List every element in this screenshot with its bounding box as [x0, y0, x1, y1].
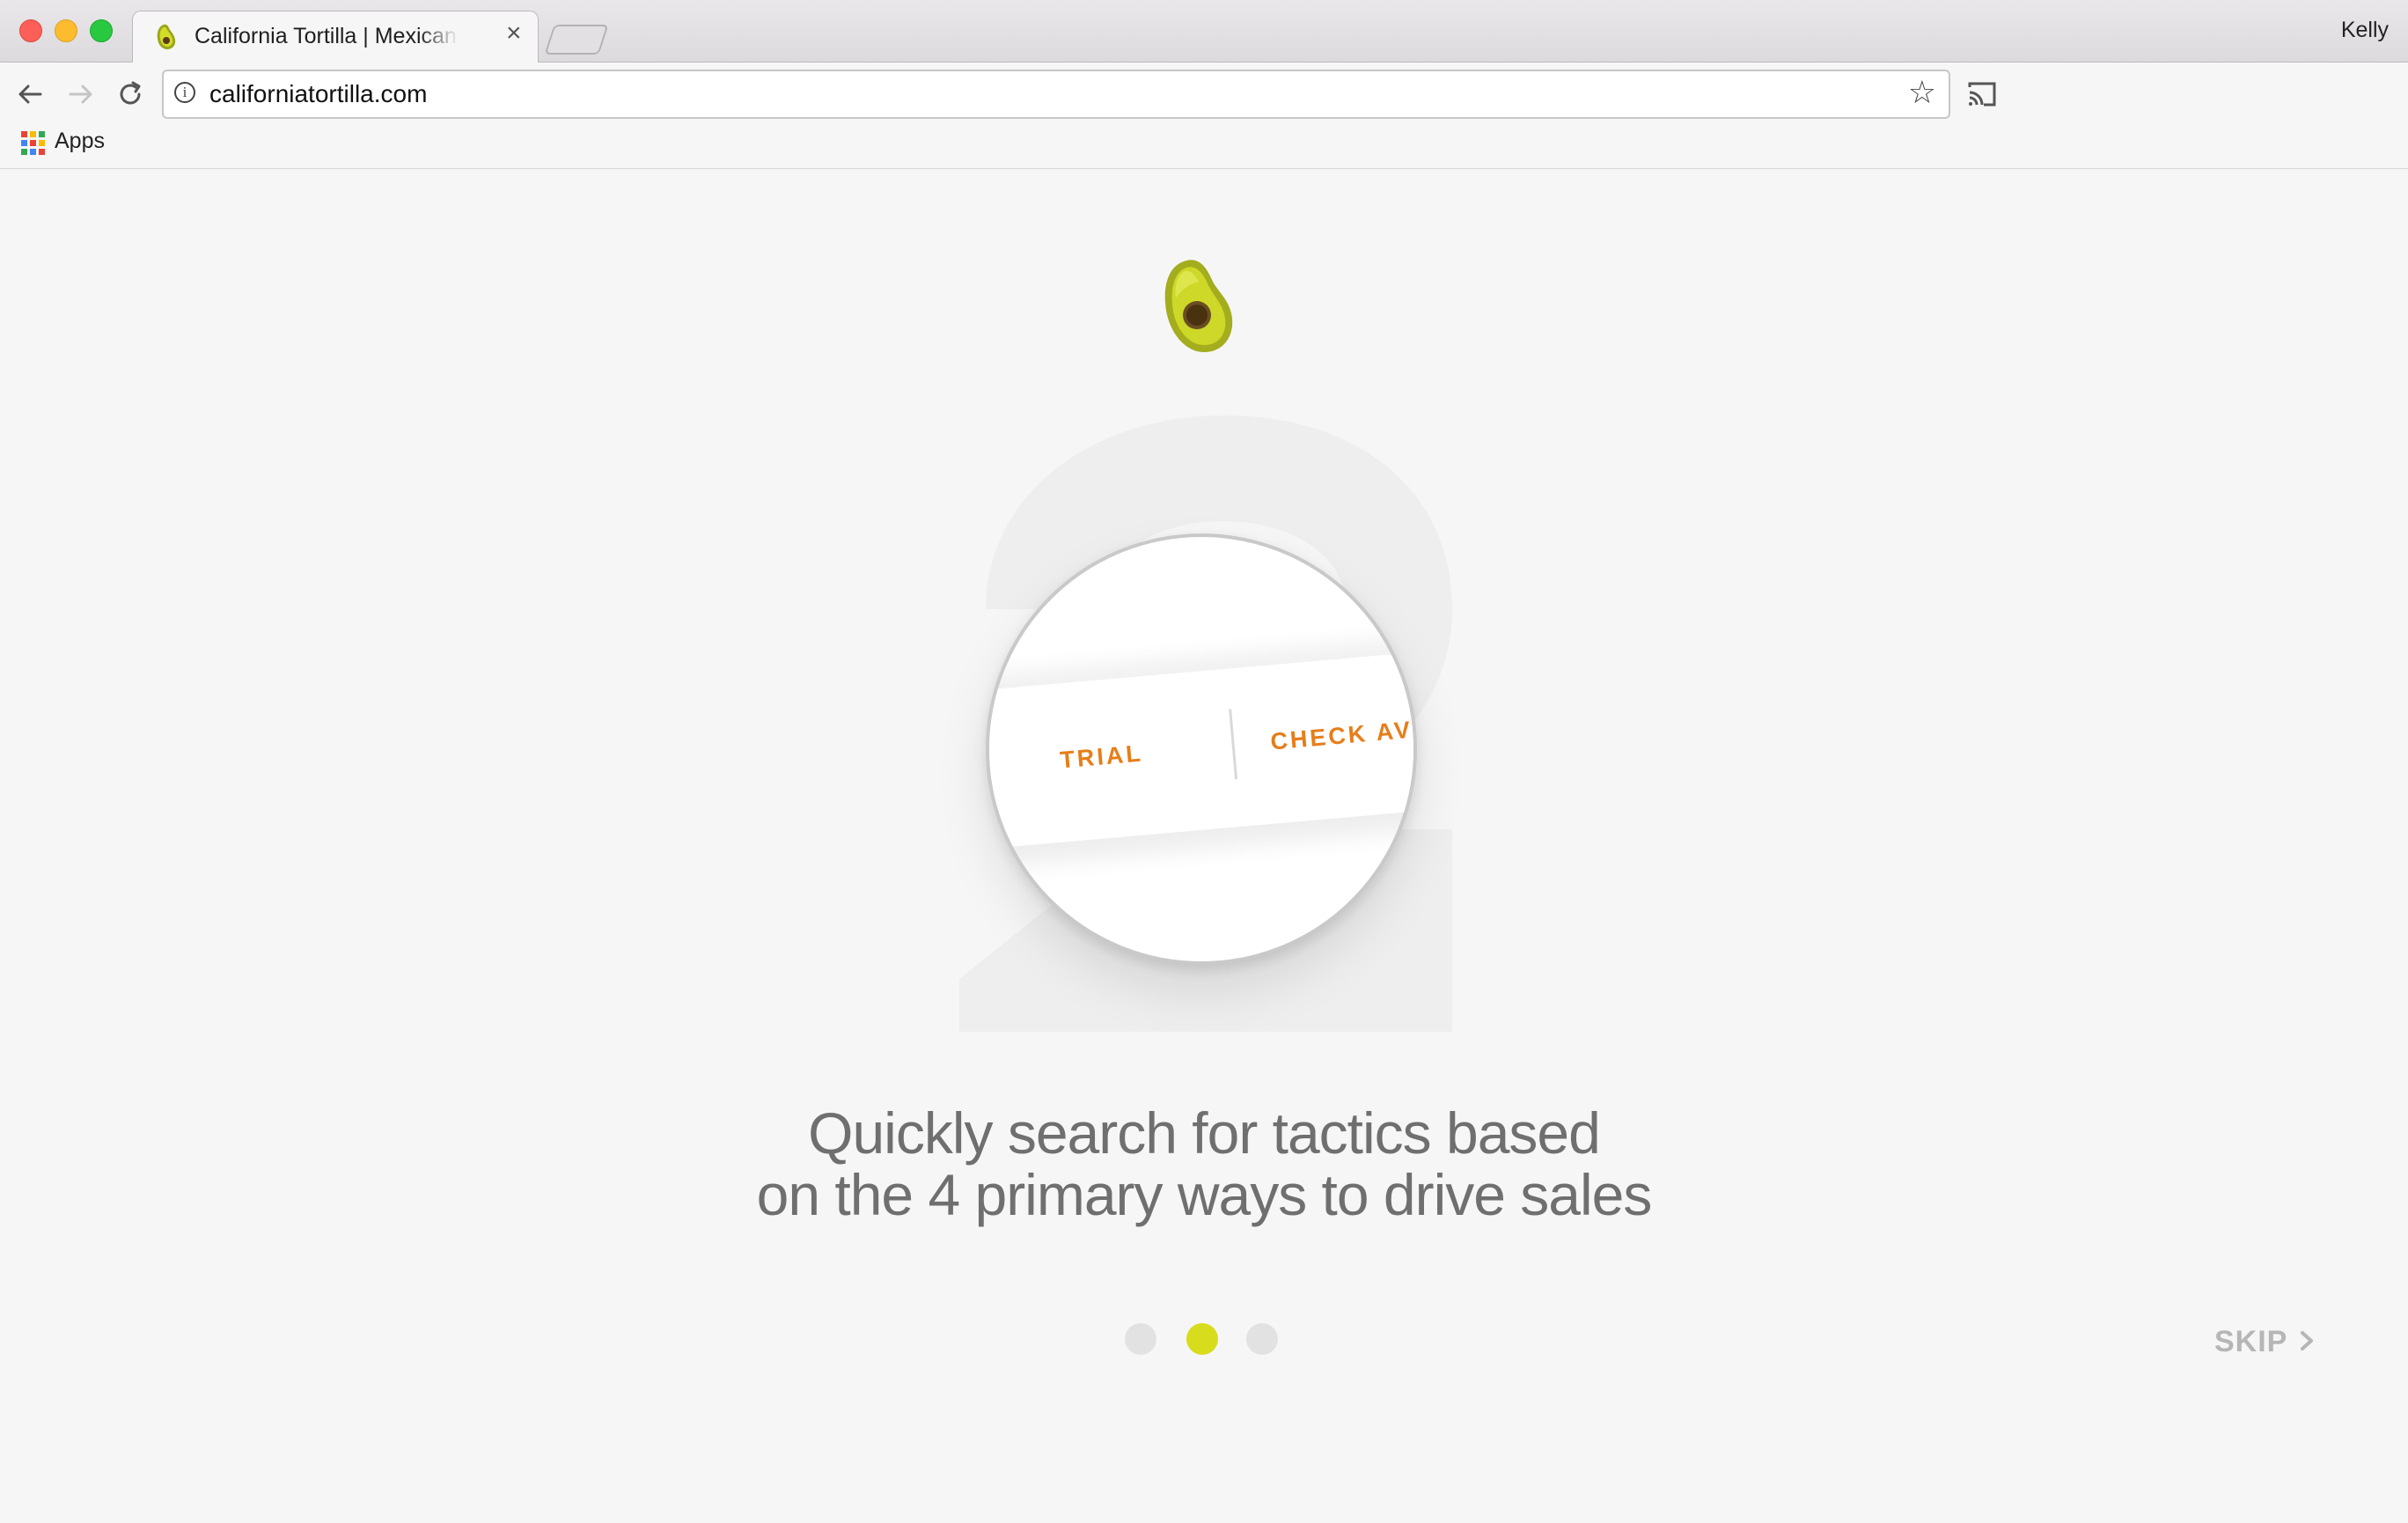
url-text[interactable]: californiatortilla.com: [209, 80, 427, 108]
lens-nav-strip: TRIAL CHECK AVER: [989, 645, 1417, 851]
minimize-window-button[interactable]: [55, 19, 77, 42]
close-window-button[interactable]: [19, 19, 42, 42]
pager-dot-2-active[interactable]: [1186, 1323, 1218, 1355]
arrow-right-icon: [69, 85, 92, 104]
apps-grid-icon[interactable]: [21, 131, 46, 156]
avocado-icon: [157, 24, 176, 49]
browser-tab-active[interactable]: California Tortilla | Mexican Fo ×: [132, 11, 539, 63]
tab-close-icon[interactable]: ×: [506, 20, 522, 47]
new-tab-button[interactable]: [544, 25, 609, 55]
profile-name[interactable]: Kelly: [2341, 18, 2389, 43]
forward-button[interactable]: [63, 77, 99, 112]
lens-divider: [1229, 709, 1238, 780]
reload-button[interactable]: [113, 77, 148, 112]
pager-dot-3[interactable]: [1246, 1323, 1278, 1355]
tab-title: California Tortilla | Mexican Fo: [195, 24, 459, 48]
apps-bookmark-link[interactable]: Apps: [55, 129, 105, 154]
browser-toolbar: i californiatortilla.com ☆ Apps: [0, 63, 2408, 170]
maximize-window-button[interactable]: [90, 19, 113, 42]
onboarding-headline: Quickly search for tactics based on the …: [0, 1102, 2408, 1225]
headline-line-2: on the 4 primary ways to drive sales: [756, 1162, 1653, 1227]
arrow-left-icon: [18, 85, 42, 104]
headline-line-1: Quickly search for tactics based: [808, 1100, 1601, 1166]
cast-icon[interactable]: [1964, 77, 2000, 112]
back-button[interactable]: [12, 77, 48, 112]
magnifier-lens: TRIAL CHECK AVER: [986, 533, 1417, 965]
onboarding-page: TRIAL CHECK AVER Quickly search for tact…: [0, 169, 2408, 1523]
lens-label-check-average: CHECK AVER: [1269, 712, 1417, 755]
reload-icon: [120, 81, 141, 105]
lens-label-trial: TRIAL: [1059, 739, 1144, 774]
pager-dots: [1125, 1323, 1280, 1355]
bookmark-star-icon[interactable]: ☆: [1908, 77, 1936, 108]
browser-titlebar: California Tortilla | Mexican Fo × Kelly: [0, 0, 2408, 63]
skip-button[interactable]: SKIP: [2214, 1325, 2287, 1359]
avocado-logo: [1164, 260, 1233, 352]
address-bar[interactable]: i californiatortilla.com ☆: [162, 70, 1950, 119]
chevron-right-icon[interactable]: [2297, 1328, 2316, 1354]
pager-dot-1[interactable]: [1125, 1323, 1156, 1355]
info-icon[interactable]: i: [174, 82, 195, 103]
